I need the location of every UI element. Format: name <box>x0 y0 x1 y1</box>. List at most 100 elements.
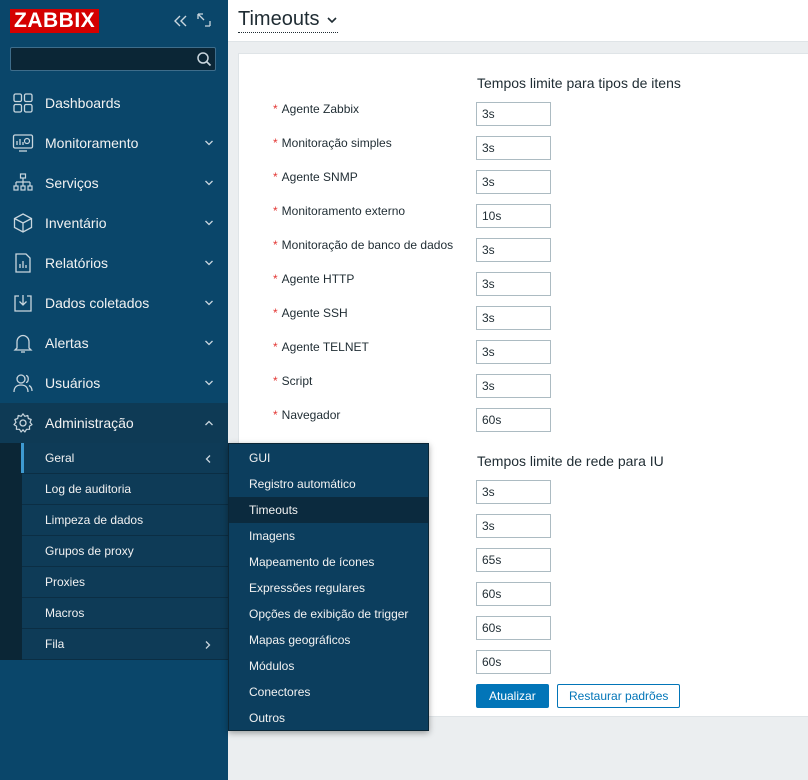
form-row: * Agente SSH 3s <box>239 306 808 330</box>
monitoring-icon <box>12 134 34 152</box>
nav-item-dashboards[interactable]: Dashboards <box>0 83 228 123</box>
timeout-input-db-monitor[interactable]: 3s <box>476 238 551 262</box>
field-label: * Script <box>273 374 313 388</box>
timeout-input-zabbix-agent[interactable]: 3s <box>476 102 551 126</box>
nav-item-reports[interactable]: Relatórios <box>0 243 228 283</box>
nav-item-users[interactable]: Usuários <box>0 363 228 403</box>
menu-item-other[interactable]: Outros <box>229 705 428 731</box>
submenu-item-label: Fila <box>45 637 65 651</box>
reset-defaults-button[interactable]: Restaurar padrões <box>557 684 681 708</box>
menu-item-geographical-maps[interactable]: Mapas geográficos <box>229 627 428 653</box>
network-timeout-input[interactable]: 60s <box>476 582 551 606</box>
menu-item-images[interactable]: Imagens <box>229 523 428 549</box>
inventory-icon <box>13 213 33 233</box>
nav-item-label: Usuários <box>45 375 101 391</box>
timeout-input-script[interactable]: 3s <box>476 374 551 398</box>
nav-item-inventory[interactable]: Inventário <box>0 203 228 243</box>
nav-item-label: Alertas <box>45 335 89 351</box>
page-title[interactable]: Timeouts <box>238 8 338 33</box>
submenu-item-label: Limpeza de dados <box>45 513 144 527</box>
network-timeout-input[interactable]: 3s <box>476 480 551 504</box>
menu-item-regular-expressions[interactable]: Expressões regulares <box>229 575 428 601</box>
submenu-item-label: Grupos de proxy <box>45 544 134 558</box>
sidebar: ZABBIX Dashboards Monitoramento Serviços… <box>0 0 228 780</box>
chevron-left-icon <box>205 455 211 463</box>
nav-item-label: Relatórios <box>45 255 109 271</box>
submenu-item-audit-log[interactable]: Log de auditoria <box>22 474 228 505</box>
menu-item-trigger-display-options[interactable]: Opções de exibição de trigger <box>229 601 428 627</box>
required-marker: * <box>273 306 278 320</box>
page-header: Timeouts <box>228 0 808 42</box>
form-row: * Agente HTTP 3s <box>239 272 808 296</box>
required-marker: * <box>273 374 278 388</box>
form-row: * Script 3s <box>239 374 808 398</box>
dashboards-icon <box>13 93 33 113</box>
required-marker: * <box>273 272 278 286</box>
nav-item-label: Inventário <box>45 215 107 231</box>
chevron-down-icon <box>326 16 337 23</box>
network-timeout-input[interactable]: 60s <box>476 616 551 640</box>
users-icon <box>13 374 33 393</box>
field-label: * Agente SNMP <box>273 170 358 184</box>
nav-item-monitoring[interactable]: Monitoramento <box>0 123 228 163</box>
nav-item-administration[interactable]: Administração <box>0 403 228 443</box>
menu-item-icon-mapping[interactable]: Mapeamento de ícones <box>229 549 428 575</box>
bell-icon <box>13 334 33 353</box>
nav-item-services[interactable]: Serviços <box>0 163 228 203</box>
reports-icon <box>15 253 31 273</box>
submenu-item-proxy-groups[interactable]: Grupos de proxy <box>22 536 228 567</box>
update-button[interactable]: Atualizar <box>476 684 549 708</box>
kiosk-mode-icon[interactable] <box>197 13 211 27</box>
form-row: * Agente SNMP 3s <box>239 170 808 194</box>
menu-item-modules[interactable]: Módulos <box>229 653 428 679</box>
zabbix-logo[interactable]: ZABBIX <box>10 9 100 33</box>
timeout-input-http-agent[interactable]: 3s <box>476 272 551 296</box>
network-timeout-input[interactable]: 60s <box>476 650 551 674</box>
chevron-down-icon <box>205 260 213 266</box>
gear-icon <box>13 413 33 433</box>
field-label: * Agente Zabbix <box>273 102 360 116</box>
general-flyout-menu: GUI Registro automático Timeouts Imagens… <box>228 443 429 731</box>
timeout-input-simple-check[interactable]: 3s <box>476 136 551 160</box>
network-timeout-input[interactable]: 3s <box>476 514 551 538</box>
submenu-item-general[interactable]: Geral <box>21 443 228 474</box>
menu-item-autoregistration[interactable]: Registro automático <box>229 471 428 497</box>
submenu-item-proxies[interactable]: Proxies <box>22 567 228 598</box>
chevron-up-icon <box>205 420 213 426</box>
required-marker: * <box>273 408 278 422</box>
timeout-input-telnet-agent[interactable]: 3s <box>476 340 551 364</box>
submenu-item-queue[interactable]: Fila <box>22 629 228 660</box>
nav-item-data-collection[interactable]: Dados coletados <box>0 283 228 323</box>
main-nav: Dashboards Monitoramento Serviços Invent… <box>0 83 228 443</box>
submenu-indent <box>0 443 22 660</box>
field-label: * Navegador <box>273 408 341 422</box>
chevron-down-icon <box>205 180 213 186</box>
timeout-input-ssh-agent[interactable]: 3s <box>476 306 551 330</box>
administration-submenu: Geral Log de auditoria Limpeza de dados … <box>0 443 228 660</box>
nav-item-label: Monitoramento <box>45 135 139 151</box>
timeout-input-external-check[interactable]: 10s <box>476 204 551 228</box>
nav-item-label: Administração <box>45 415 134 431</box>
search-icon[interactable] <box>196 51 212 67</box>
submenu-item-label: Geral <box>45 451 75 465</box>
menu-item-gui[interactable]: GUI <box>229 445 428 471</box>
timeout-input-snmp-agent[interactable]: 3s <box>476 170 551 194</box>
required-marker: * <box>273 102 278 116</box>
chevron-down-icon <box>205 380 213 386</box>
menu-item-connectors[interactable]: Conectores <box>229 679 428 705</box>
search-input[interactable] <box>10 47 216 71</box>
chevron-down-icon <box>205 340 213 346</box>
network-timeout-input[interactable]: 65s <box>476 548 551 572</box>
page-title-text: Timeouts <box>238 8 320 30</box>
required-marker: * <box>273 170 278 184</box>
form-row: * Monitoração simples 3s <box>239 136 808 160</box>
timeout-input-browser[interactable]: 60s <box>476 408 551 432</box>
required-marker: * <box>273 238 278 252</box>
submenu-item-housekeeping[interactable]: Limpeza de dados <box>22 505 228 536</box>
submenu-item-macros[interactable]: Macros <box>22 598 228 629</box>
collapse-sidebar-icon[interactable] <box>172 13 188 29</box>
chevron-down-icon <box>205 140 213 146</box>
menu-item-timeouts[interactable]: Timeouts <box>229 497 428 523</box>
form-row: * Monitoração de banco de dados 3s <box>239 238 808 262</box>
nav-item-alerts[interactable]: Alertas <box>0 323 228 363</box>
